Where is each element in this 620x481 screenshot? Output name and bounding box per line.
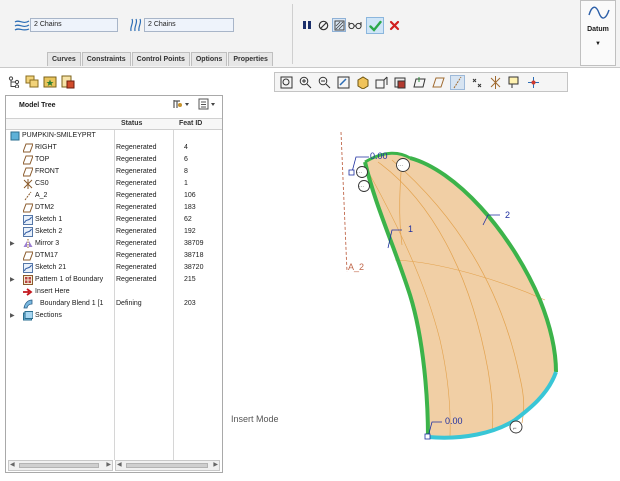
constraint-dots-icon: ··· <box>357 170 362 176</box>
constraint-dots-icon: ··· <box>359 184 364 190</box>
bottom-dimension-anchor[interactable] <box>424 433 431 440</box>
constraint-corner-icon: ⌐ <box>513 426 517 432</box>
bottom-dimension-value[interactable]: 0.00 <box>445 416 463 426</box>
constraint-dots-icon: ··· <box>398 163 403 169</box>
chain-1-label: 1 <box>408 224 413 234</box>
boundary-blend-surface[interactable] <box>365 153 556 438</box>
datum-axis-line[interactable] <box>340 131 348 273</box>
graphics-window[interactable]: ··· ··· ··· ⌐ 0.00 0.00 1 2 A_2 <box>0 0 620 481</box>
insert-mode-indicator: Insert Mode <box>231 414 279 424</box>
top-dimension-anchor[interactable] <box>348 169 355 176</box>
chain-2-label: 2 <box>505 210 510 220</box>
datum-axis-label[interactable]: A_2 <box>348 262 364 272</box>
top-dimension-value[interactable]: 0.00 <box>370 151 388 161</box>
